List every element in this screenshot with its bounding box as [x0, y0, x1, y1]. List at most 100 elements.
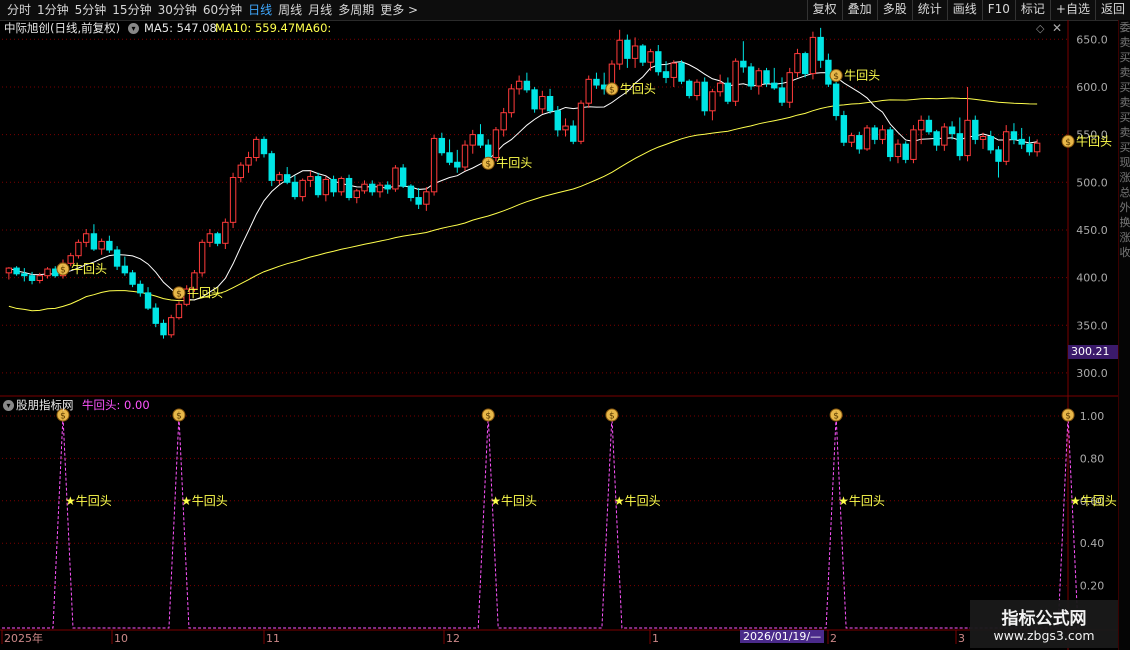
period-tab-5[interactable]: 60分钟 — [200, 0, 245, 20]
kline-chart[interactable]: 650.0600.0550.0500.0450.0400.0350.0300.0… — [0, 20, 1118, 650]
candle-body — [941, 126, 948, 146]
candle-body — [508, 88, 515, 114]
indicator-axis-label: 1.00 — [1080, 410, 1105, 423]
right-panel-label: 外 — [1119, 201, 1130, 214]
candle-body — [222, 221, 229, 244]
indicator-axis-label: 0.40 — [1080, 537, 1105, 550]
candle-body — [376, 184, 384, 193]
bull-return-indicator-label: ★牛回头 — [838, 493, 885, 508]
money-bag-icon: $ — [176, 289, 182, 299]
candle-body — [1026, 143, 1033, 153]
candle-body — [925, 119, 933, 133]
candle-body — [454, 161, 461, 168]
money-bag-icon: $ — [60, 266, 66, 276]
candle-body — [523, 80, 531, 91]
bull-return-label: 牛回头 — [844, 68, 880, 83]
toolbar-button-7[interactable]: +自选 — [1049, 0, 1095, 20]
period-tab-10[interactable]: 更多 > — [377, 0, 421, 20]
toolbar-button-5[interactable]: F10 — [981, 0, 1015, 20]
toolbar-button-1[interactable]: 叠加 — [841, 0, 877, 20]
watermark-title: 指标公式网 — [1001, 609, 1087, 629]
bull-return-indicator-label: ★牛回头 — [1070, 493, 1117, 508]
date-axis-label: 12 — [446, 632, 460, 645]
price-axis-label: 350.0 — [1076, 319, 1108, 332]
candle-body — [229, 177, 237, 223]
candle-body — [964, 119, 971, 157]
price-axis-label: 300.0 — [1076, 367, 1108, 380]
candle-body — [492, 129, 500, 159]
right-panel-label: 卖 — [1119, 96, 1130, 109]
period-tab-4[interactable]: 30分钟 — [155, 0, 200, 20]
candle-body — [562, 125, 569, 131]
candle-body — [245, 157, 252, 166]
candle-body — [577, 102, 585, 142]
candle-body — [1018, 138, 1025, 145]
bull-return-indicator-label: ★牛回头 — [490, 493, 537, 508]
candle-body — [763, 70, 770, 84]
candle-body — [268, 153, 275, 181]
candle-body — [5, 267, 13, 274]
candle-body — [253, 138, 260, 159]
right-info-panel: 委卖买卖买卖买卖买现涨总外换涨收 — [1118, 20, 1130, 650]
candle-body — [593, 78, 600, 86]
candle-body — [647, 51, 654, 63]
bull-return-label: 牛回头 — [496, 155, 532, 170]
period-tab-0[interactable]: 分时 — [4, 0, 34, 20]
date-axis-label: 2 — [830, 632, 837, 645]
candle-body — [338, 177, 345, 193]
candle-body — [894, 143, 902, 158]
period-tab-2[interactable]: 5分钟 — [72, 0, 110, 20]
period-tab-7[interactable]: 周线 — [275, 0, 305, 20]
toolbar-button-6[interactable]: 标记 — [1014, 0, 1050, 20]
date-axis-label: 10 — [114, 632, 128, 645]
candle-body — [624, 39, 631, 59]
candle-body — [214, 233, 221, 244]
toolbar-button-2[interactable]: 多股 — [876, 0, 912, 20]
money-bag-icon: $ — [1065, 412, 1071, 422]
candle-body — [28, 275, 36, 281]
candle-body — [678, 62, 685, 82]
ma10-line — [8, 61, 1038, 301]
candle-body — [438, 137, 446, 154]
bull-return-label: 牛回头 — [71, 261, 107, 276]
chevron-down-icon[interactable]: ▾ — [3, 400, 14, 411]
money-bag-icon: $ — [833, 72, 839, 82]
money-bag-icon: $ — [60, 412, 66, 422]
candle-body — [716, 82, 724, 93]
period-toolbar: 分时 1分钟 5分钟 15分钟 30分钟 60分钟 日线 周线 月线 多周期 更多 > 复权 叠加 多股… — [0, 0, 1130, 21]
candle-body — [1033, 142, 1041, 153]
toolbar-button-3[interactable]: 统计 — [911, 0, 947, 20]
money-bag-icon: $ — [609, 412, 615, 422]
indicator-name[interactable]: 股朋指标网 — [16, 397, 74, 413]
candle-body — [500, 112, 507, 131]
period-tab-6[interactable]: 日线 — [245, 0, 275, 20]
candle-body — [82, 233, 90, 243]
candle-body — [995, 149, 1002, 162]
candle-body — [322, 178, 330, 196]
candle-body — [160, 322, 167, 336]
candle-body — [152, 307, 159, 324]
price-axis-label: 600.0 — [1076, 81, 1108, 94]
price-axis-label: 400.0 — [1076, 272, 1108, 285]
candle-body — [314, 176, 322, 196]
candle-body — [276, 174, 283, 181]
period-tab-8[interactable]: 月线 — [305, 0, 335, 20]
toolbar-button-8[interactable]: 返回 — [1094, 0, 1130, 20]
candle-body — [384, 184, 391, 190]
toolbar-button-4[interactable]: 画线 — [946, 0, 982, 20]
right-panel-label: 卖 — [1119, 66, 1130, 79]
money-bag-icon: $ — [485, 412, 491, 422]
period-tab-1[interactable]: 1分钟 — [34, 0, 72, 20]
bull-return-label: 牛回头 — [620, 81, 656, 96]
candle-body — [485, 144, 492, 159]
candle-body — [175, 303, 183, 319]
candle-body — [786, 72, 793, 103]
period-tab-3[interactable]: 15分钟 — [109, 0, 154, 20]
candle-body — [801, 53, 809, 75]
candle-body — [987, 136, 994, 151]
period-tab-9[interactable]: 多周期 — [335, 0, 377, 20]
right-panel-label: 收 — [1119, 246, 1130, 259]
candle-body — [461, 144, 469, 168]
candle-body — [75, 241, 82, 257]
toolbar-button-0[interactable]: 复权 — [806, 0, 842, 20]
